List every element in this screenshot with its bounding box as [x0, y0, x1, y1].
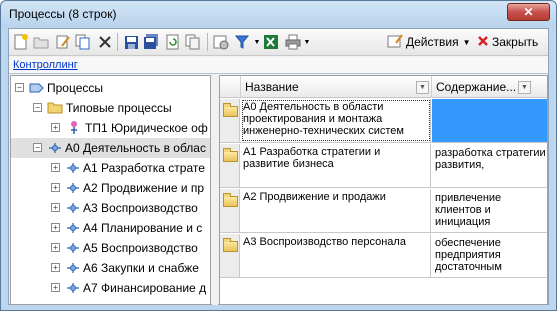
content-cell[interactable]: привлечение клиентов и инициация: [432, 189, 547, 232]
column-content-label: Содержание...: [436, 80, 517, 94]
toolbar-separator: [207, 33, 208, 51]
save-all-icon[interactable]: [143, 34, 159, 50]
column-header-name[interactable]: Название: [241, 76, 432, 98]
tree-node-a4[interactable]: + А4 Планирование и с: [11, 218, 210, 238]
window-close-button[interactable]: ✕: [507, 3, 550, 21]
close-button[interactable]: Закрыть: [477, 33, 538, 51]
row-selector[interactable]: [220, 234, 240, 277]
expand-icon[interactable]: +: [51, 223, 60, 232]
excel-icon[interactable]: [263, 34, 279, 50]
process-root-icon: [29, 81, 45, 95]
name-cell[interactable]: А2 Продвижение и продажи: [241, 189, 431, 232]
expand-icon[interactable]: +: [51, 123, 60, 132]
column-name-label: Название: [245, 80, 299, 94]
process-icon: [65, 221, 81, 235]
tree-node-a3[interactable]: + А3 Воспроизводство: [11, 198, 210, 218]
tree-node-a1[interactable]: + А1 Разработка страте: [11, 158, 210, 178]
process-icon: [65, 261, 81, 275]
tree-node-typical[interactable]: − Типовые процессы: [11, 98, 210, 118]
folder-icon: [223, 148, 238, 162]
folder-new-icon[interactable]: [33, 34, 49, 50]
process-icon: [65, 161, 81, 175]
toolbar-separator: [117, 33, 118, 51]
copy-icon[interactable]: [75, 34, 91, 50]
collapse-icon[interactable]: −: [15, 83, 24, 92]
table-row[interactable]: А2 Продвижение и продажи привлечение кли…: [220, 189, 547, 233]
process-icon: [65, 281, 81, 295]
breadcrumb-link[interactable]: Контроллинг: [13, 59, 78, 71]
process-grid[interactable]: Название ▼ Содержание... ▼ А0 Деятельнос…: [219, 75, 548, 305]
column-filter-icon[interactable]: ▼: [518, 81, 531, 94]
process-tree[interactable]: − Процессы − Типовые процессы + ТП1 Юрид…: [10, 75, 211, 305]
actions-button[interactable]: Действия ▼: [387, 33, 471, 51]
client-area: ▼ ▼ Действия ▼ Закрыть Контроллинг − Про…: [8, 28, 549, 305]
folder-icon: [223, 193, 238, 207]
typical-process-icon: [67, 120, 83, 134]
expand-icon[interactable]: +: [51, 243, 60, 252]
tree-node-a6[interactable]: + А6 Закупки и снабже: [11, 258, 210, 278]
settings-icon[interactable]: [213, 34, 229, 50]
refresh-icon[interactable]: [165, 34, 181, 50]
process-icon: [65, 201, 81, 215]
actions-icon: [387, 33, 403, 51]
content-cell[interactable]: обеспечение предприятия достаточным: [432, 234, 547, 277]
tree-node-a2[interactable]: + А2 Продвижение и пр: [11, 178, 210, 198]
save-icon[interactable]: [123, 34, 139, 50]
content-cell[interactable]: разработка стратегии развития,: [432, 144, 547, 187]
breadcrumb-bar: Контроллинг: [9, 57, 548, 74]
collapse-icon[interactable]: −: [33, 103, 42, 112]
edit-icon[interactable]: [55, 34, 71, 50]
grid-header: Название ▼ Содержание... ▼: [220, 76, 547, 98]
tree-node-a0[interactable]: − А0 Деятельность в облас: [11, 138, 210, 158]
name-cell[interactable]: А1 Разработка стратегии и развитие бизне…: [241, 144, 431, 187]
tree-node-tp1[interactable]: + ТП1 Юридическое оф: [11, 118, 210, 138]
tree-node-processes[interactable]: − Процессы: [11, 78, 210, 98]
expand-icon[interactable]: +: [51, 183, 60, 192]
window-title: Процессы (8 строк): [9, 7, 117, 21]
header-corner: [220, 76, 241, 98]
collapse-icon[interactable]: −: [33, 143, 42, 152]
column-filter-icon[interactable]: ▼: [416, 81, 429, 94]
duplicate-icon[interactable]: [185, 34, 201, 50]
print-dropdown-icon[interactable]: ▼: [299, 34, 315, 50]
table-row[interactable]: А1 Разработка стратегии и развитие бизне…: [220, 144, 547, 188]
table-row[interactable]: А0 Деятельность в области проектирования…: [220, 99, 547, 143]
expand-icon[interactable]: +: [51, 163, 60, 172]
folder-icon: [223, 103, 238, 117]
actions-dropdown-icon: ▼: [462, 37, 471, 47]
actions-label: Действия: [406, 35, 459, 49]
name-cell[interactable]: А3 Воспроизводство персонала: [241, 234, 431, 277]
tree-node-a7[interactable]: + А7 Финансирование д: [11, 278, 210, 298]
delete-icon[interactable]: [97, 34, 113, 50]
row-selector[interactable]: [220, 99, 240, 142]
expand-icon[interactable]: +: [51, 263, 60, 272]
expand-icon[interactable]: +: [51, 203, 60, 212]
tree-node-a5[interactable]: + А5 Воспроизводство: [11, 238, 210, 258]
close-label: Закрыть: [492, 35, 539, 49]
folder-icon: [223, 238, 238, 252]
processes-window: Процессы (8 строк) ✕ ▼ ▼ Действия ▼ Закр…: [0, 0, 557, 311]
process-icon: [65, 241, 81, 255]
row-selector[interactable]: [220, 144, 240, 187]
toolbar: ▼ ▼ Действия ▼ Закрыть: [9, 29, 548, 56]
row-selector[interactable]: [220, 189, 240, 232]
title-bar[interactable]: Процессы (8 строк) ✕: [1, 1, 556, 27]
new-icon[interactable]: [13, 34, 29, 50]
pane-splitter[interactable]: [212, 75, 218, 305]
table-row[interactable]: А3 Воспроизводство персонала обеспечение…: [220, 234, 547, 278]
process-icon: [47, 141, 63, 155]
content-cell[interactable]: [432, 99, 547, 142]
folder-icon: [47, 101, 63, 115]
expand-icon[interactable]: +: [51, 283, 60, 292]
close-icon: [477, 35, 489, 50]
name-cell[interactable]: А0 Деятельность в области проектирования…: [241, 99, 431, 142]
process-icon: [65, 181, 81, 195]
